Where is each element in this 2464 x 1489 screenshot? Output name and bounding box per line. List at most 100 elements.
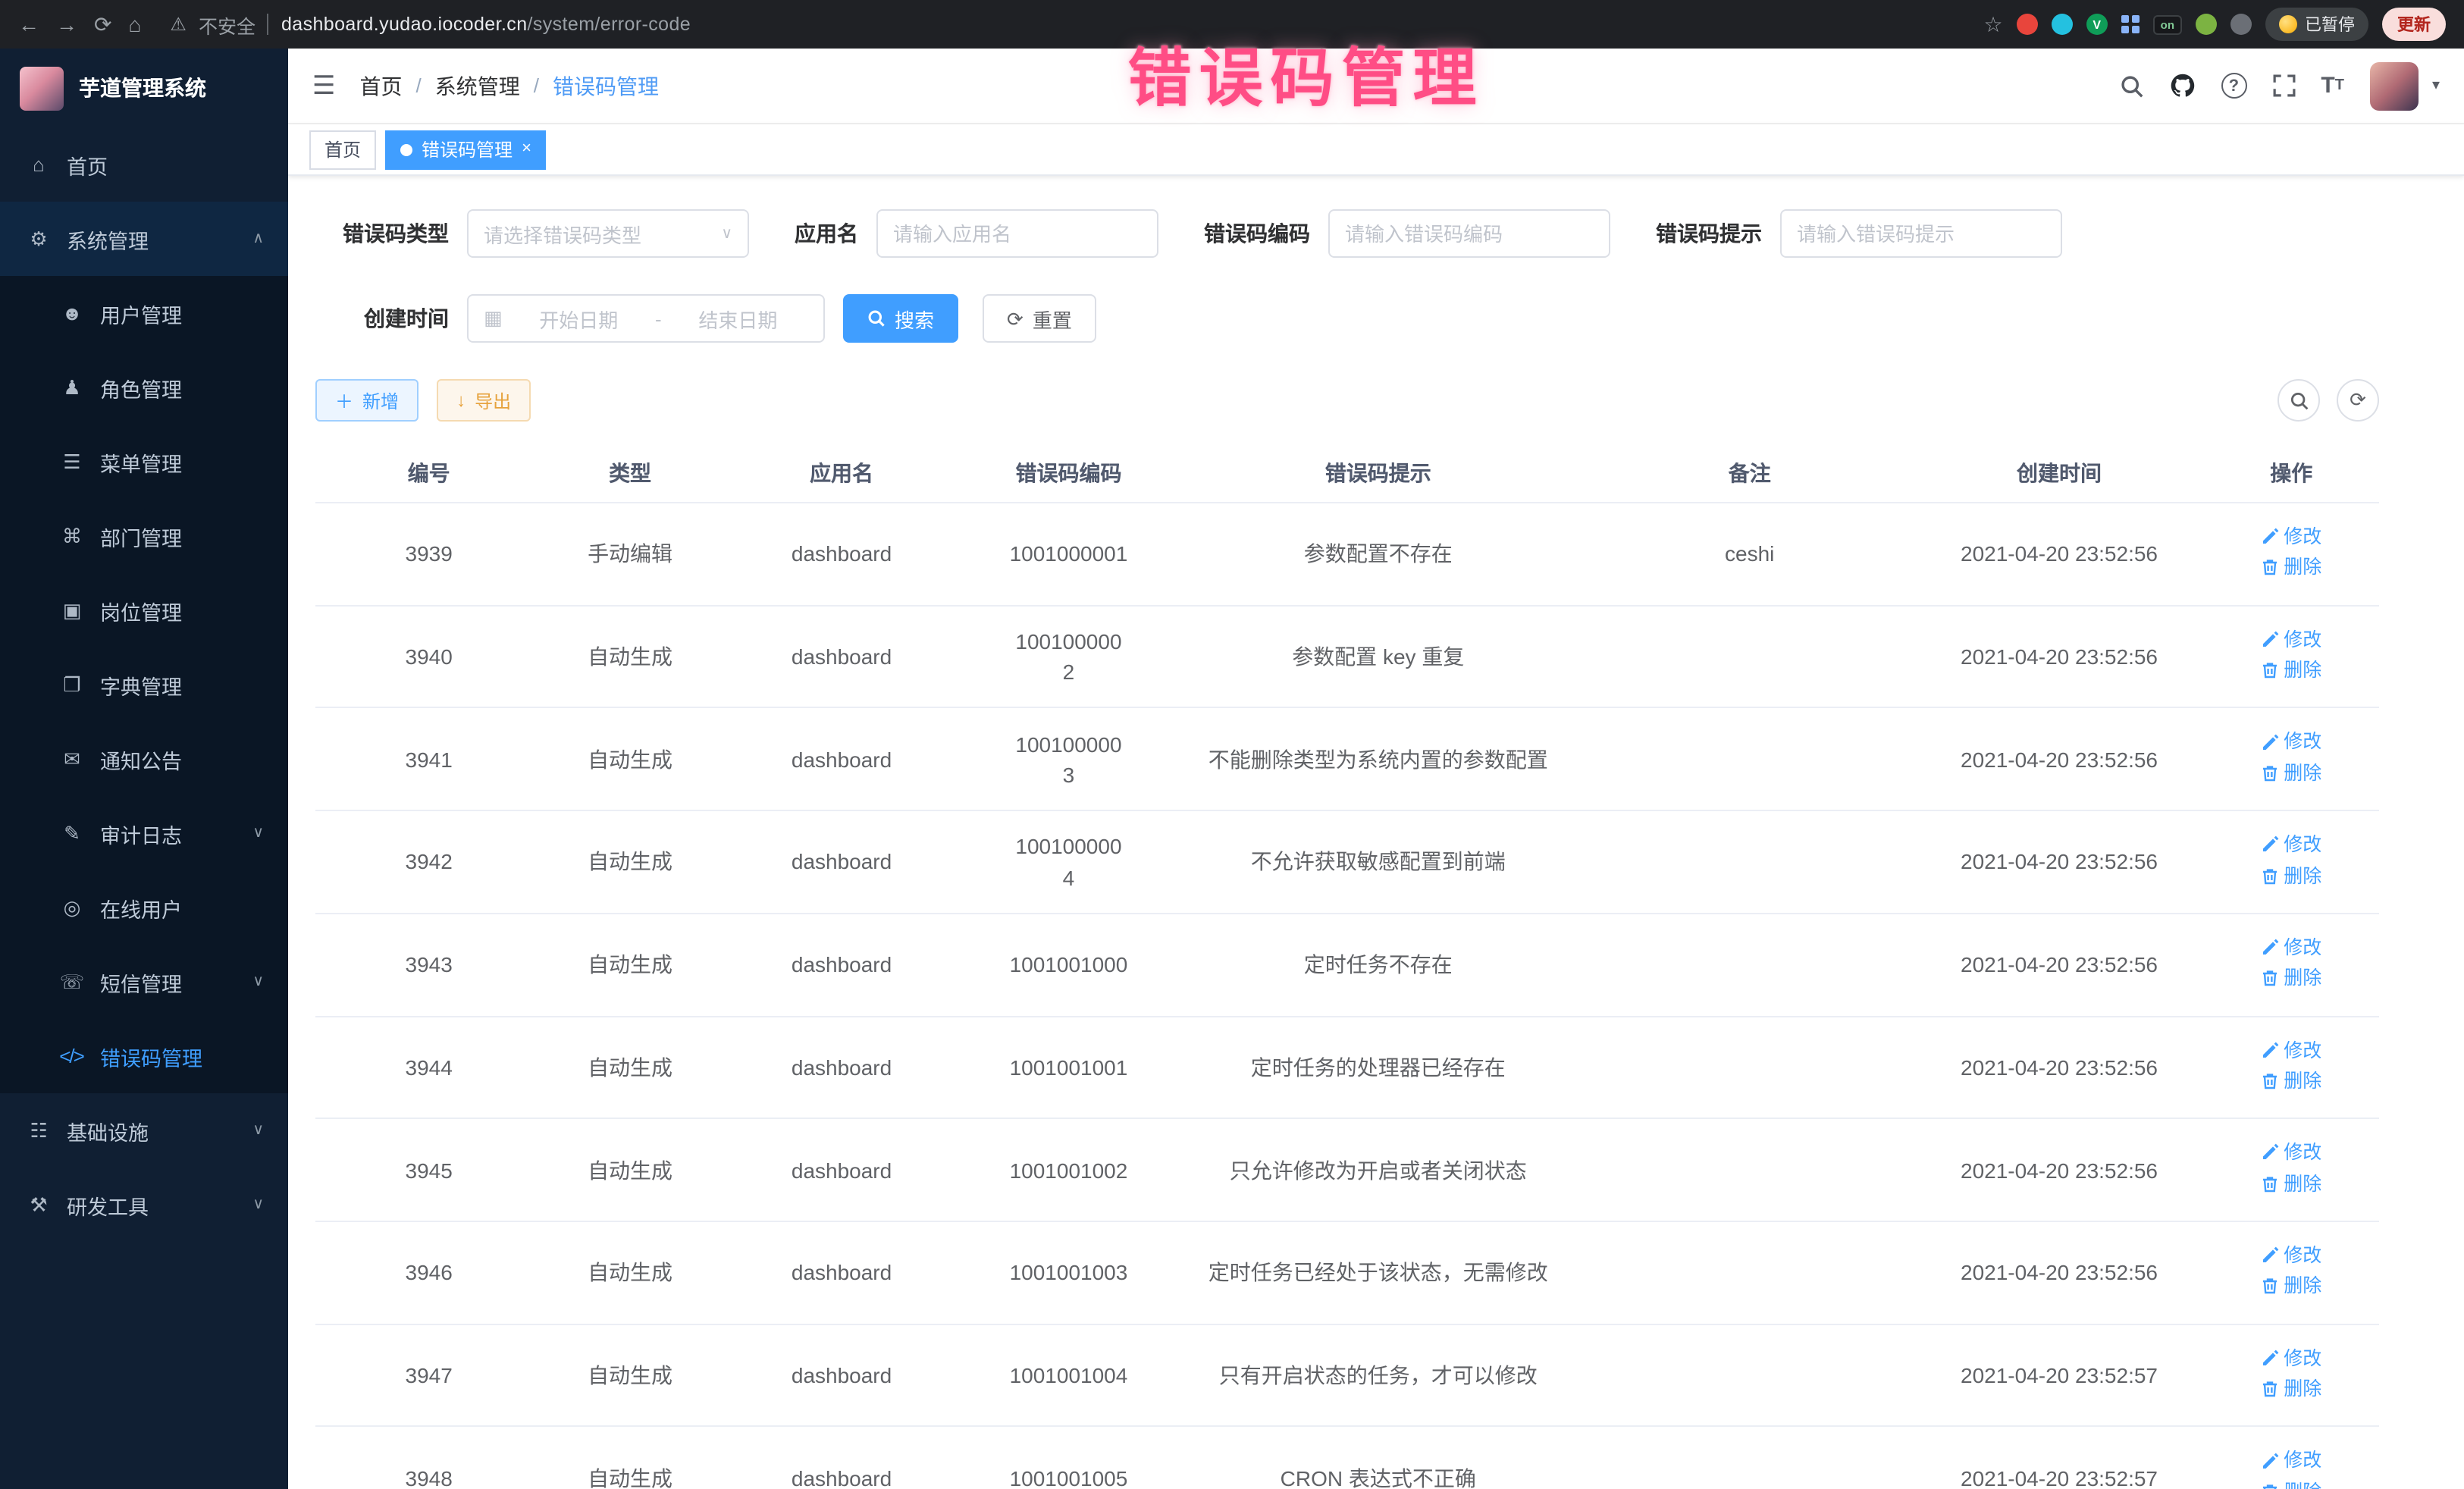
- sidebar-item-badge[interactable]: ▣ 岗位管理: [0, 573, 288, 647]
- delete-link[interactable]: 删除: [2261, 862, 2321, 889]
- extension-on-badge[interactable]: on: [2153, 14, 2182, 34]
- sidebar-item-sms[interactable]: ☏ 短信管理 ∨: [0, 945, 288, 1019]
- app-name-input[interactable]: [876, 209, 1158, 258]
- reload-icon[interactable]: ⟳: [94, 14, 111, 35]
- extension-grid-icon[interactable]: [2121, 15, 2140, 33]
- edit-link[interactable]: 修改: [2261, 1139, 2321, 1167]
- breadcrumb-system[interactable]: 系统管理: [435, 71, 520, 101]
- address-divider: [268, 14, 269, 35]
- refresh-table-button[interactable]: ⟳: [2337, 379, 2379, 422]
- gear-icon: ⚙: [24, 227, 52, 251]
- edit-link[interactable]: 修改: [2261, 1447, 2321, 1475]
- edit-link[interactable]: 修改: [2261, 523, 2321, 550]
- help-icon[interactable]: ?: [2221, 73, 2246, 99]
- extension-icon[interactable]: [2196, 14, 2217, 35]
- github-icon[interactable]: [2169, 73, 2195, 99]
- address-bar[interactable]: ⚠ 不安全 dashboard.yudao.iocoder.cn/system/…: [170, 10, 691, 39]
- home-icon: ⌂: [24, 153, 52, 176]
- cell-hint: 只有开启状态的任务，才可以修改: [1172, 1324, 1585, 1427]
- edit-link[interactable]: 修改: [2261, 625, 2321, 653]
- extension-icon[interactable]: V: [2086, 14, 2108, 35]
- error-hint-input[interactable]: [1780, 209, 2062, 258]
- tab-home[interactable]: 首页: [309, 130, 376, 169]
- edit-icon: [2261, 631, 2279, 649]
- back-icon[interactable]: ←: [18, 14, 39, 35]
- cell-app: dashboard: [718, 810, 966, 913]
- cell-time: 2021-04-20 23:52:56: [1914, 914, 2203, 1016]
- export-button[interactable]: ↓ 导出: [437, 379, 531, 422]
- extensions-puzzle-icon[interactable]: [2230, 14, 2252, 35]
- delete-icon: [2261, 1072, 2279, 1090]
- sidebar-item-infra[interactable]: ☷ 基础设施 ∨: [0, 1093, 288, 1168]
- tab-error-code-label: 错误码管理: [422, 136, 513, 162]
- delete-link-label: 删除: [2284, 1375, 2321, 1403]
- sidebar-item-home[interactable]: ⌂ 首页: [0, 127, 288, 202]
- edit-link[interactable]: 修改: [2261, 1242, 2321, 1269]
- forward-icon[interactable]: →: [56, 14, 77, 35]
- sidebar-item-log[interactable]: ✎ 审计日志 ∨: [0, 796, 288, 870]
- delete-link[interactable]: 删除: [2261, 964, 2321, 992]
- add-button[interactable]: ＋ 新增: [315, 379, 419, 422]
- show-search-button[interactable]: [2277, 379, 2320, 422]
- cell-remark: ceshi: [1585, 503, 1915, 605]
- extension-icon[interactable]: [2017, 14, 2038, 35]
- delete-link[interactable]: 删除: [2261, 554, 2321, 581]
- sidebar-item-menu[interactable]: ☰ 菜单管理: [0, 425, 288, 499]
- delete-link[interactable]: 删除: [2261, 1170, 2321, 1197]
- search-button[interactable]: 搜索: [843, 294, 958, 343]
- user-avatar[interactable]: [2370, 61, 2419, 110]
- tab-error-code[interactable]: 错误码管理 ×: [385, 130, 547, 169]
- delete-link[interactable]: 删除: [2261, 1067, 2321, 1095]
- app-logo[interactable]: 芋道管理系统: [0, 49, 288, 127]
- edit-link[interactable]: 修改: [2261, 831, 2321, 858]
- delete-link[interactable]: 删除: [2261, 1273, 2321, 1300]
- sidebar-item-org[interactable]: ⌘ 部门管理: [0, 499, 288, 573]
- bookmark-star-icon[interactable]: ☆: [1984, 14, 2003, 35]
- tab-close-icon[interactable]: ×: [522, 141, 531, 158]
- browser-home-icon[interactable]: ⌂: [128, 14, 141, 35]
- delete-link[interactable]: 删除: [2261, 1375, 2321, 1403]
- paused-badge[interactable]: 已暂停: [2265, 8, 2368, 41]
- cell-hint: CRON 表达式不正确: [1172, 1427, 1585, 1489]
- avatar-caret-icon[interactable]: ▾: [2432, 77, 2440, 94]
- cell-id: 3942: [315, 810, 542, 913]
- sidebar-item-user[interactable]: ☻ 用户管理: [0, 276, 288, 350]
- delete-link[interactable]: 删除: [2261, 1478, 2321, 1489]
- cell-code: 1001001005: [965, 1427, 1171, 1489]
- delete-icon: [2261, 1483, 2279, 1489]
- column-header-id: 编号: [315, 444, 542, 503]
- sidebar-item-gear[interactable]: ⚙ 系统管理 ∧: [0, 202, 288, 276]
- reset-button[interactable]: ⟳ 重置: [983, 294, 1096, 343]
- sidebar-item-code[interactable]: </> 错误码管理: [0, 1019, 288, 1093]
- search-icon[interactable]: [2119, 74, 2143, 98]
- sidebar-item-users[interactable]: ♟ 角色管理: [0, 350, 288, 425]
- search-icon: [867, 309, 886, 328]
- error-code-input[interactable]: [1328, 209, 1610, 258]
- breadcrumb-home[interactable]: 首页: [360, 71, 403, 101]
- tool-icon: ⚒: [24, 1193, 52, 1217]
- edit-link[interactable]: 修改: [2261, 934, 2321, 961]
- delete-link[interactable]: 删除: [2261, 760, 2321, 787]
- sidebar-item-book[interactable]: ❐ 字典管理: [0, 647, 288, 722]
- date-range-picker[interactable]: ▦ 开始日期 - 结束日期: [467, 294, 825, 343]
- error-type-select[interactable]: 请选择错误码类型 ∨: [467, 209, 749, 258]
- address-url[interactable]: dashboard.yudao.iocoder.cn/system/error-…: [281, 14, 691, 35]
- security-label[interactable]: 不安全: [199, 10, 255, 39]
- error-type-label: 错误码类型: [315, 218, 467, 249]
- cell-hint: 定时任务不存在: [1172, 914, 1585, 1016]
- delete-link[interactable]: 删除: [2261, 657, 2321, 684]
- sidebar-item-tool[interactable]: ⚒ 研发工具 ∨: [0, 1168, 288, 1242]
- sidebar-item-notice[interactable]: ✉ 通知公告: [0, 722, 288, 796]
- sidebar-item-online[interactable]: ◎ 在线用户: [0, 870, 288, 945]
- fullscreen-icon[interactable]: [2272, 74, 2295, 97]
- edit-link[interactable]: 修改: [2261, 729, 2321, 756]
- update-button[interactable]: 更新: [2382, 8, 2446, 41]
- extension-icon[interactable]: [2052, 14, 2073, 35]
- font-size-icon[interactable]: TT: [2321, 74, 2344, 97]
- delete-link-label: 删除: [2284, 862, 2321, 889]
- hamburger-icon[interactable]: ☰: [312, 71, 336, 101]
- edit-link[interactable]: 修改: [2261, 1036, 2321, 1064]
- delete-icon: [2261, 867, 2279, 885]
- edit-link[interactable]: 修改: [2261, 1345, 2321, 1372]
- cell-type: 自动生成: [542, 1324, 717, 1427]
